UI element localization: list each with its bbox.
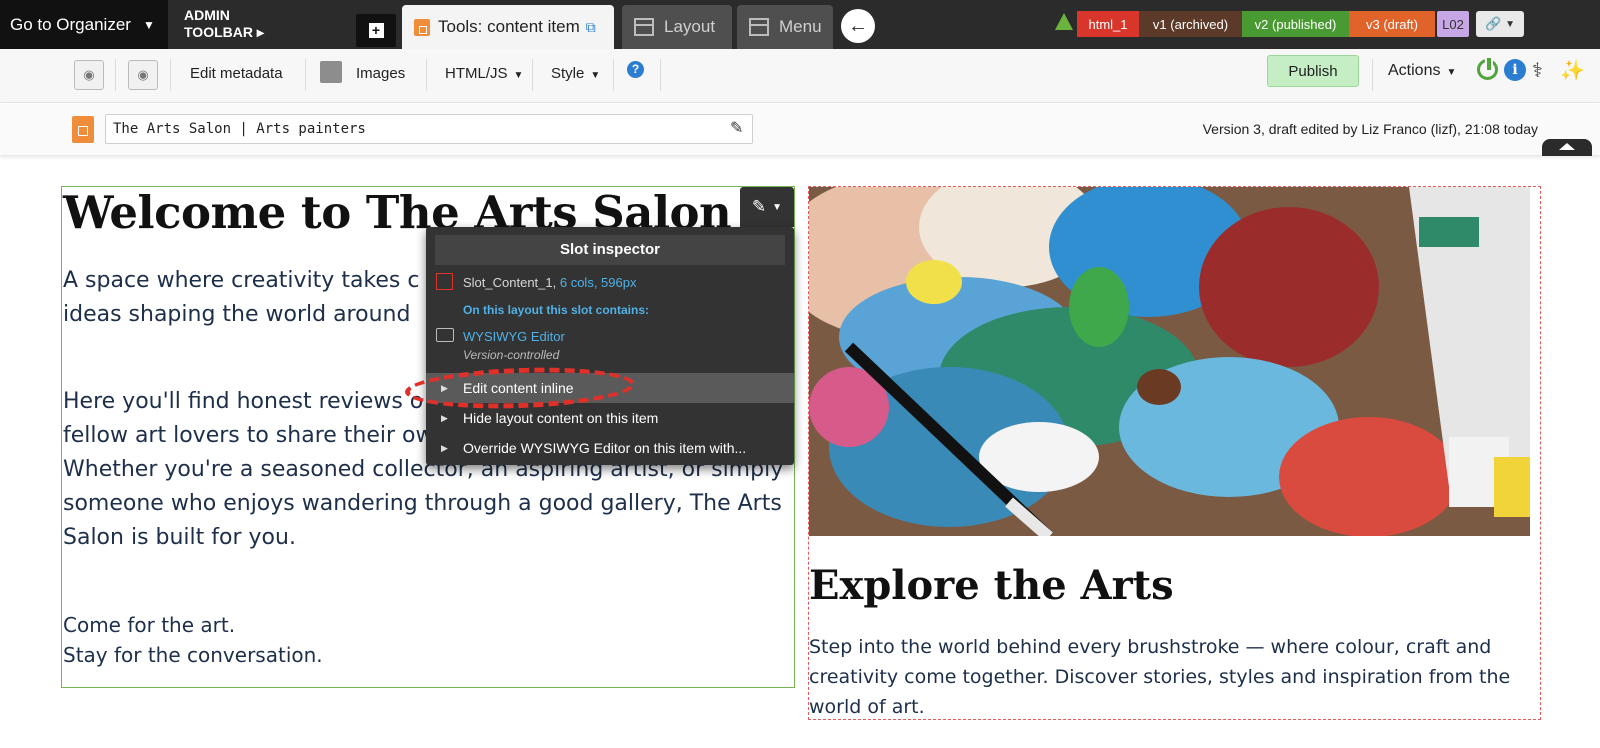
pencil-icon[interactable]: ✎ [730, 118, 743, 138]
slot-controls-button[interactable]: ✎ ▼ [740, 187, 794, 227]
tab-layout-label: Layout [664, 17, 716, 36]
tab-menu[interactable]: Menu [737, 5, 833, 49]
link-dropdown-button[interactable]: 🔗 ▼ [1476, 11, 1524, 37]
slot-name: Slot_Content_1, [463, 275, 557, 290]
version-3-draft-chip[interactable]: v3 (draft) [1349, 11, 1435, 37]
external-link-icon[interactable]: ⧉ [586, 19, 596, 36]
chevron-down-icon: ▼ [513, 70, 524, 81]
version-html-chip[interactable]: html_1 [1077, 11, 1139, 37]
slot-dimensions: 6 cols, 596px [559, 275, 637, 290]
paintbrush-icon: ✎ [751, 197, 767, 216]
power-icon[interactable] [1477, 56, 1498, 80]
eye-icon: ◉ [137, 67, 149, 82]
layout-code-chip[interactable]: L02 [1437, 11, 1469, 37]
chevron-down-icon: ▼ [142, 17, 155, 32]
page-title-field[interactable]: The Arts Salon | Arts painters [105, 114, 753, 144]
divider [115, 59, 116, 91]
title-row: The Arts Salon | Arts painters ✎ Version… [0, 104, 1600, 156]
hide-layout-content-item[interactable]: ▶ Hide layout content on this item [426, 403, 794, 433]
menu-icon [749, 18, 769, 36]
version-info-text: Version 3, draft edited by Liz Franco (l… [1202, 121, 1538, 137]
divider [613, 59, 614, 91]
version-1-archived-chip[interactable]: v1 (archived) [1139, 11, 1242, 37]
explore-paragraph: Step into the world behind every brushst… [809, 636, 1511, 718]
admin-toolbar-toggle[interactable]: ADMIN TOOLBAR ▸ [184, 7, 264, 41]
organizer-label: Go to Organizer [10, 14, 131, 34]
actions-dropdown[interactable]: Actions ▼ [1388, 62, 1456, 80]
images-button[interactable]: Images [356, 65, 405, 82]
edit-content-inline-item[interactable]: ▶ Edit content inline [426, 373, 794, 403]
divider [305, 59, 306, 91]
html-js-dropdown[interactable]: HTML/JS ▼ [445, 65, 523, 82]
divider [532, 59, 533, 91]
tab-tools-label: Tools: content item [438, 17, 580, 36]
layout-icon [634, 18, 654, 36]
publish-button[interactable]: Publish [1267, 55, 1359, 87]
divider [660, 59, 661, 91]
editing-toolbar: ◉ ◉ Edit metadata Images HTML/JS ▼ Style ▼… [0, 49, 1600, 103]
hide-layout-content-label: Hide layout content on this item [463, 410, 659, 426]
tagline-line-1: Come for the art. [63, 613, 236, 637]
style-dropdown[interactable]: Style ▼ [551, 65, 600, 82]
magic-wand-icon[interactable]: ✨ [1560, 58, 1585, 82]
override-wysiwyg-item[interactable]: ▶ Override WYSIWYG Editor on this item w… [426, 433, 794, 463]
html-js-label: HTML/JS [445, 65, 508, 82]
explore-heading: Explore the Arts [809, 562, 1174, 609]
slot-icon [436, 273, 453, 290]
preview-mode-button[interactable]: ◉ [74, 60, 104, 90]
info-icon[interactable]: i [1504, 59, 1526, 81]
help-icon[interactable]: ? [627, 61, 644, 78]
divider [1372, 59, 1373, 91]
warning-triangle-icon [1055, 13, 1073, 30]
divider [170, 59, 171, 91]
back-arrow-button[interactable]: ← [841, 9, 875, 43]
link-icon: 🔗 [1484, 16, 1502, 31]
collapse-toolbar-button[interactable] [1542, 139, 1592, 156]
override-wysiwyg-label: Override WYSIWYG Editor on this item wit… [463, 440, 747, 456]
image-icon [320, 61, 342, 83]
slot-contains-label: On this layout this slot contains: [463, 303, 650, 317]
tagline-paragraph: Come for the art. Stay for the conversat… [63, 610, 798, 670]
chevron-down-icon: ▼ [1505, 18, 1516, 30]
tab-layout[interactable]: Layout [622, 5, 732, 49]
tab-tools-content-item[interactable]: Tools: content item ⧉ [402, 5, 614, 49]
tagline-line-2: Stay for the conversation. [63, 643, 323, 667]
go-to-organizer-button[interactable]: Go to Organizer ▼ [0, 0, 168, 49]
style-label: Style [551, 65, 585, 82]
plus-icon: + [368, 23, 384, 38]
chevron-down-icon: ▼ [772, 201, 783, 213]
eye-frame-icon: ◉ [83, 67, 95, 82]
chevron-down-icon: ▼ [1446, 67, 1457, 78]
home-page-icon [414, 18, 430, 36]
wysiwyg-editor-link[interactable]: WYSIWYG Editor [463, 329, 565, 344]
paint-palette-illustration [809, 187, 1530, 536]
triangle-right-icon: ▶ [441, 443, 448, 453]
add-item-button[interactable]: + [356, 14, 396, 47]
actions-label: Actions [1388, 62, 1441, 79]
slot-inspector-title: Slot inspector [435, 235, 785, 265]
admin-top-bar: Go to Organizer ▼ ADMIN TOOLBAR ▸ + Tool… [0, 0, 1600, 49]
edit-metadata-button[interactable]: Edit metadata [190, 65, 283, 82]
arrow-left-icon: ← [848, 14, 868, 37]
paint-palette-image [809, 187, 1530, 536]
triangle-right-icon: ▶ [441, 413, 448, 423]
edit-content-inline-label: Edit content inline [463, 380, 574, 396]
version-2-published-chip[interactable]: v2 (published) [1242, 11, 1349, 37]
home-page-icon [72, 116, 94, 143]
stethoscope-icon[interactable]: ⚕ [1532, 58, 1554, 82]
admin-toolbar-label-1: ADMIN [184, 7, 230, 23]
view-mode-button[interactable]: ◉ [128, 60, 158, 90]
version-controlled-note: Version-controlled [463, 348, 560, 362]
triangle-right-icon: ▶ [441, 383, 448, 393]
slot-info: Slot_Content_1, 6 cols, 596px [463, 275, 636, 290]
module-icon [436, 328, 454, 342]
chevron-down-icon: ▼ [590, 70, 601, 81]
slot-inspector-panel: Slot inspector Slot_Content_1, 6 cols, 5… [426, 227, 794, 465]
tab-menu-label: Menu [779, 17, 822, 36]
admin-toolbar-label-2: TOOLBAR ▸ [184, 24, 264, 40]
divider [426, 59, 427, 91]
